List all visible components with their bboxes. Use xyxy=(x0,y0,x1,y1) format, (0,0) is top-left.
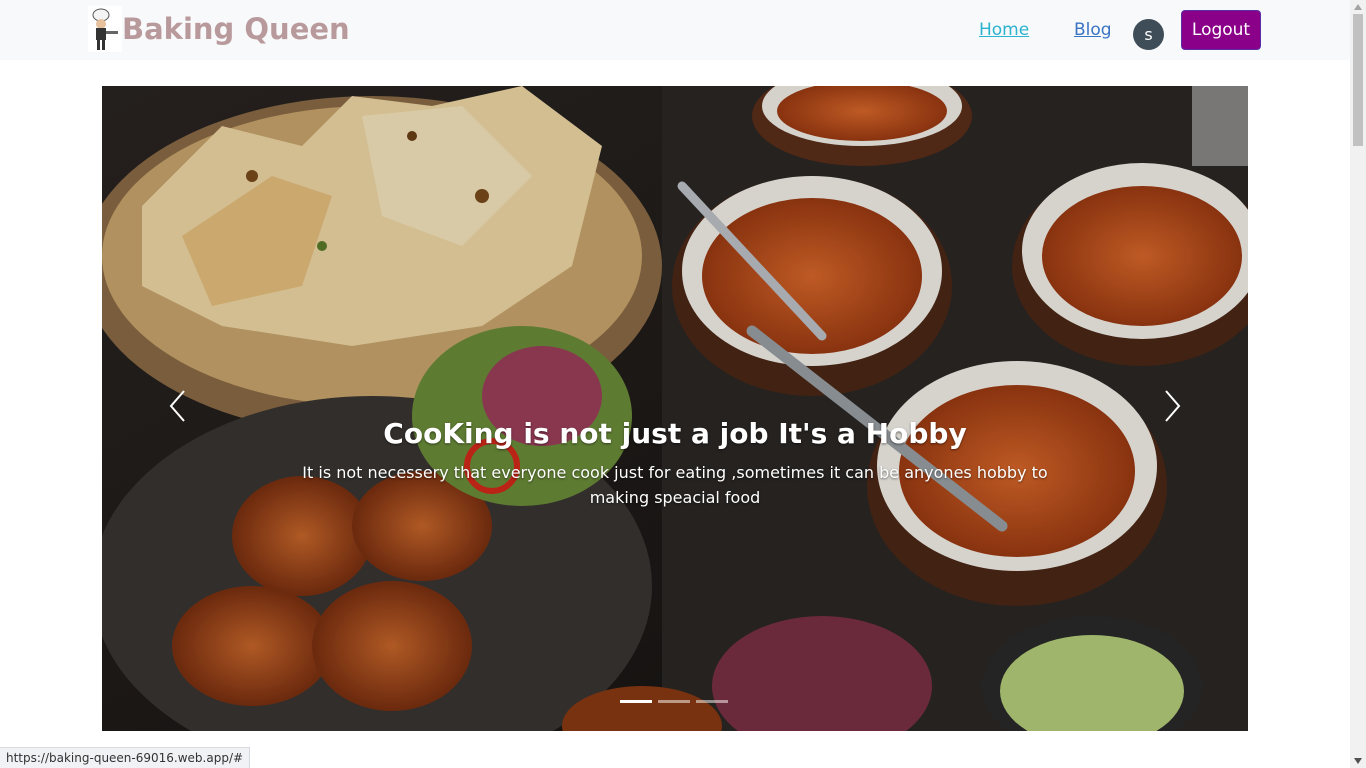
brand-name: Baking Queen xyxy=(122,11,350,46)
page-scrollbar[interactable] xyxy=(1350,0,1366,768)
scrollbar-thumb[interactable] xyxy=(1353,14,1363,146)
carousel-indicators xyxy=(620,700,728,703)
carousel-next-button[interactable] xyxy=(1152,386,1192,431)
carousel-indicator-2[interactable] xyxy=(658,700,690,703)
carousel-food-image xyxy=(102,86,1248,731)
chevron-right-icon xyxy=(1162,389,1182,428)
nav-home-link[interactable]: Home xyxy=(979,20,1029,40)
carousel-indicator-3[interactable] xyxy=(696,700,728,703)
scroll-down-arrow-icon[interactable] xyxy=(1350,754,1366,768)
carousel-caption-title: CooKing is not just a job It's a Hobby xyxy=(383,417,967,450)
user-avatar[interactable]: s xyxy=(1133,19,1164,50)
nav-blog-link[interactable]: Blog xyxy=(1074,20,1112,40)
carousel-caption-text: It is not necessery that everyone cook j… xyxy=(302,463,1048,507)
chef-logo-icon xyxy=(88,6,122,52)
carousel-caption: CooKing is not just a job It's a Hobby I… xyxy=(262,416,1088,510)
scroll-up-arrow-icon[interactable] xyxy=(1350,0,1366,14)
chevron-left-icon xyxy=(168,389,188,428)
brand[interactable]: Baking Queen xyxy=(88,6,350,52)
logout-button[interactable]: Logout xyxy=(1181,10,1261,50)
carousel-prev-button[interactable] xyxy=(158,386,198,431)
navbar: Baking Queen Home Blog s Logout xyxy=(0,0,1350,60)
carousel-indicator-1[interactable] xyxy=(620,700,652,703)
page: Baking Queen Home Blog s Logout CooKing … xyxy=(0,0,1366,768)
hero-carousel: CooKing is not just a job It's a Hobby I… xyxy=(102,86,1248,731)
browser-status-url: https://baking-queen-69016.web.app/# xyxy=(0,747,251,768)
